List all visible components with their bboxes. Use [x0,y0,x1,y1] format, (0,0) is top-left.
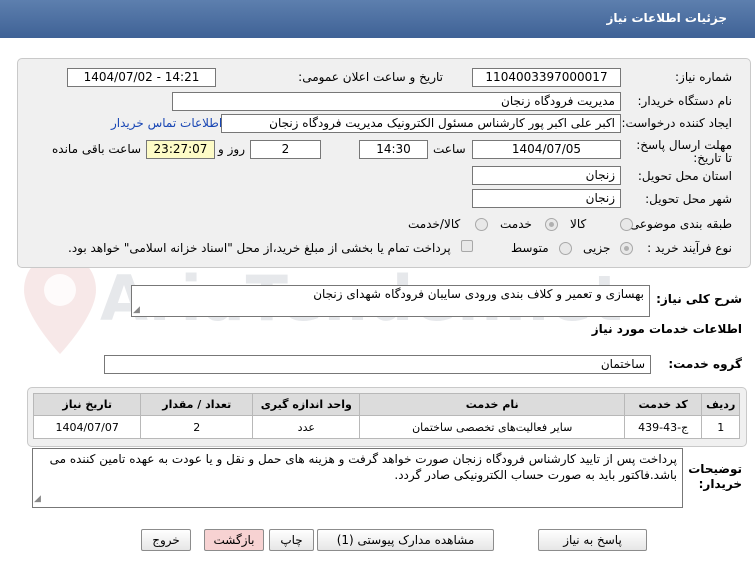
col-qty: تعداد / مقدار [140,393,254,416]
buyer-org-label: نام دستگاه خریدار: [637,94,733,108]
col-unit: واحد اندازه گیری [252,393,361,416]
city-field: زنجان [472,189,621,208]
remaining-label: ساعت باقی مانده [52,142,142,156]
reply-button[interactable]: پاسخ به نیاز [538,529,647,551]
creator-field: اکبر علی اکبر پور کارشناس مسئول الکترونی… [221,114,621,133]
category-goods-service-radio[interactable] [475,218,488,231]
deadline-time-label: ساعت [433,142,466,156]
page-title: جزئیات اطلاعات نیاز [606,11,727,25]
cell-name: سایر فعالیت‌های تخصصی ساختمان [359,415,625,439]
category-goods-service-label: کالا/خدمت [408,217,461,231]
cell-date: 1404/07/07 [32,415,142,439]
process-minor-label: جزیی [583,241,611,255]
resize-grip-icon[interactable]: ◢ [133,305,140,315]
process-type-label: نوع فرآیند خرید : [647,241,732,255]
resize-grip-icon[interactable]: ◢ [34,494,41,504]
services-table: ردیف کد خدمت نام خدمت واحد اندازه گیری ت… [32,393,740,439]
buyer-notes-field: پرداخت پس از تایید کارشناس فرودگاه زنجان… [32,448,683,508]
remaining-time-field: 23:27:07 [146,140,215,159]
city-label: شهر محل تحویل: [645,192,732,206]
service-group-field: ساختمان [104,355,651,374]
need-number-field: 1104003397000017 [472,68,621,87]
process-medium-label: متوسط [511,241,549,255]
buyer-notes-label: توضیحات خریدار: [688,462,742,491]
category-service-radio[interactable] [545,218,558,231]
announce-datetime-field: 1404/07/02 - 14:21 [67,68,216,87]
province-field: زنجان [472,166,621,185]
category-goods-radio[interactable] [620,218,633,231]
province-label: استان محل تحویل: [637,169,732,183]
cell-unit: عدد [252,415,361,439]
col-name: نام خدمت [359,393,625,416]
title-bar: جزئیات اطلاعات نیاز [0,0,755,38]
services-section-title: اطلاعات خدمات مورد نیاز [591,322,742,336]
category-service-label: خدمت [500,217,532,231]
col-code: کد خدمت [623,393,703,416]
announce-datetime-label: تاریخ و ساعت اعلان عمومی: [298,70,443,84]
deadline-date-field: 1404/07/05 [472,140,621,159]
description-field: بهسازی و تعمیر و کلاف بندی ورودی سایبان … [131,285,650,317]
deadline-time-field: 14:30 [359,140,428,159]
table-row: 1 ج-43-439 سایر فعالیت‌های تخصصی ساختمان… [32,415,740,439]
cell-qty: 2 [140,415,254,439]
remaining-days-field: 2 [250,140,321,159]
description-label: شرح کلی نیاز: [656,292,742,306]
buyer-contact-link[interactable]: اطلاعات تماس خریدار [111,116,222,130]
back-button[interactable]: بازگشت [204,529,264,551]
process-minor-radio[interactable] [620,242,633,255]
services-table-header: ردیف کد خدمت نام خدمت واحد اندازه گیری ت… [32,393,740,416]
exit-button[interactable]: خروج [141,529,191,551]
cell-code: ج-43-439 [623,415,703,439]
days-label: روز و [218,142,245,156]
print-button[interactable]: چاپ [269,529,314,551]
need-number-label: شماره نیاز: [675,70,732,84]
creator-label: ایجاد کننده درخواست: [621,116,732,130]
process-medium-radio[interactable] [559,242,572,255]
col-date: تاریخ نیاز [32,393,142,416]
attachments-button[interactable]: مشاهده مدارک پیوستی (1) [317,529,494,551]
deadline-label: مهلت ارسال پاسخ: تا تاریخ: [636,138,732,165]
buyer-org-field: مدیریت فرودگاه زنجان [172,92,621,111]
category-goods-label: کالا [570,217,587,231]
treasury-payment-checkbox[interactable] [461,240,473,252]
treasury-payment-note: پرداخت تمام یا بخشی از مبلغ خرید،از محل … [68,241,451,255]
service-group-label: گروه خدمت: [668,357,742,371]
category-label: طبقه بندی موضوعی: [625,217,732,231]
col-row: ردیف [701,393,740,416]
cell-row: 1 [701,415,740,439]
